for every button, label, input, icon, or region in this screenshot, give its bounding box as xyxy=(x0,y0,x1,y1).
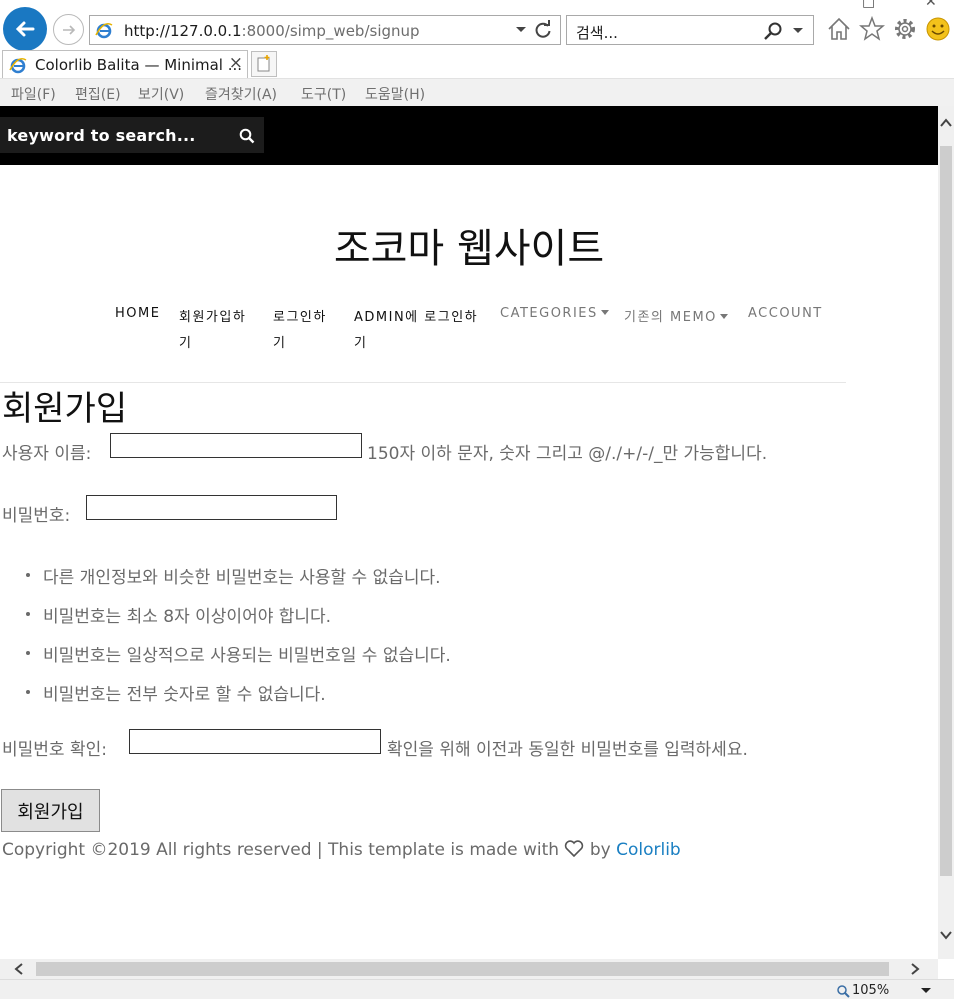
zoom-magnifier-icon xyxy=(837,985,850,998)
site-search-box[interactable]: keyword to search... xyxy=(0,117,264,153)
search-icon[interactable] xyxy=(763,21,783,41)
window-close-icon[interactable]: ✕ xyxy=(925,0,937,10)
favorites-star-icon[interactable] xyxy=(859,16,885,42)
back-arrow-icon xyxy=(15,21,35,37)
back-button[interactable] xyxy=(3,7,47,51)
username-label: 사용자 이름: xyxy=(2,444,92,464)
nav-memo[interactable]: 기존의 MEMO xyxy=(624,306,728,325)
menu-edit[interactable]: 편집(E) xyxy=(75,84,121,104)
confirm-password-input[interactable] xyxy=(129,729,381,754)
site-search-placeholder: keyword to search... xyxy=(7,126,196,145)
browser-chrome: http://127.0.0.1:8000/simp_web/signup 검색… xyxy=(0,0,954,106)
tab-title: Colorlib Balita — Minimal ... xyxy=(35,56,243,74)
ie-page-icon xyxy=(95,22,113,39)
colorlib-link[interactable]: Colorlib xyxy=(616,840,681,860)
tab-active[interactable]: Colorlib Balita — Minimal ... × xyxy=(2,50,248,78)
nav-home[interactable]: HOME xyxy=(115,306,160,321)
menu-bar: 파일(F) 편집(E) 보기(V) 즐겨찾기(A) 도구(T) 도움말(H) xyxy=(0,78,954,106)
list-item: 다른 개인정보와 비슷한 비밀번호는 사용할 수 없습니다. xyxy=(26,563,451,602)
password-input[interactable] xyxy=(86,495,337,520)
site-topbar: keyword to search... xyxy=(0,106,938,165)
smiley-feedback-icon[interactable] xyxy=(925,16,951,42)
window-restore-icon[interactable]: □ xyxy=(862,0,875,10)
confirm-password-help: 확인을 위해 이전과 동일한 비밀번호를 입력하세요. xyxy=(387,740,748,760)
signup-submit-button[interactable]: 회원가입 xyxy=(1,789,100,832)
horizontal-scrollbar[interactable] xyxy=(0,959,938,979)
forward-button[interactable] xyxy=(53,14,84,45)
status-bar: 105% xyxy=(0,979,954,999)
menu-help[interactable]: 도움말(H) xyxy=(365,84,425,104)
nav-admin-line1: ADMIN에 로그인하 xyxy=(354,310,479,325)
footer-by: by xyxy=(589,840,611,860)
nav-categories-label: CATEGORIES xyxy=(500,306,598,321)
browser-search-placeholder: 검색... xyxy=(576,24,618,42)
zoom-dropdown-icon[interactable] xyxy=(921,987,931,995)
site-title[interactable]: 조코마 웹사이트 xyxy=(0,216,938,274)
browser-search-box[interactable]: 검색... xyxy=(566,15,814,45)
tab-strip: Colorlib Balita — Minimal ... × xyxy=(0,50,954,78)
list-item: 비밀번호는 전부 숫자로 할 수 없습니다. xyxy=(26,680,451,719)
nav-login[interactable]: 로그인하 기 xyxy=(273,306,327,351)
username-help: 150자 이하 문자, 숫자 그리고 @/./+/-/_만 가능합니다. xyxy=(367,444,768,464)
search-dropdown-icon[interactable] xyxy=(793,26,803,36)
zoom-level[interactable]: 105% xyxy=(852,983,889,998)
tab-close-icon[interactable]: × xyxy=(229,53,243,73)
chevron-down-icon xyxy=(600,310,609,315)
address-bar[interactable]: http://127.0.0.1:8000/simp_web/signup xyxy=(89,15,561,45)
confirm-password-label: 비밀번호 확인: xyxy=(2,740,107,760)
footer-text: Copyright ©2019 All rights reserved | Th… xyxy=(2,840,560,860)
refresh-icon[interactable] xyxy=(533,20,553,40)
new-tab-button[interactable] xyxy=(251,51,277,77)
nav-signup-line1: 회원가입하 xyxy=(179,310,247,325)
password-rules-list: 다른 개인정보와 비슷한 비밀번호는 사용할 수 없습니다. 비밀번호는 최소 … xyxy=(26,563,451,719)
password-label: 비밀번호: xyxy=(2,506,71,526)
new-tab-icon xyxy=(257,55,270,72)
vertical-scroll-thumb[interactable] xyxy=(940,146,952,876)
home-icon[interactable] xyxy=(826,16,852,42)
url-text: http://127.0.0.1:8000/simp_web/signup xyxy=(124,22,420,40)
page-viewport: keyword to search... 조코마 웹사이트 HOME 회원가입하… xyxy=(0,106,938,959)
nav-memo-label: 기존의 MEMO xyxy=(624,310,717,325)
menu-view[interactable]: 보기(V) xyxy=(138,84,184,104)
username-input[interactable] xyxy=(110,433,362,458)
scroll-up-icon[interactable] xyxy=(939,116,953,130)
nav-admin-login[interactable]: ADMIN에 로그인하 기 xyxy=(354,306,479,351)
nav-login-line1: 로그인하 xyxy=(273,310,327,325)
nav-signup-line2: 기 xyxy=(179,336,193,351)
scroll-down-icon[interactable] xyxy=(939,928,953,942)
settings-gear-icon[interactable] xyxy=(892,16,918,42)
horizontal-scroll-thumb[interactable] xyxy=(36,962,889,976)
nav-login-line2: 기 xyxy=(273,336,287,351)
list-item: 비밀번호는 최소 8자 이상이어야 합니다. xyxy=(26,602,451,641)
footer-copyright: Copyright ©2019 All rights reserved | Th… xyxy=(2,840,681,860)
nav-signup[interactable]: 회원가입하 기 xyxy=(179,306,247,351)
vertical-scrollbar[interactable] xyxy=(938,106,954,959)
list-item: 비밀번호는 일상적으로 사용되는 비밀번호일 수 없습니다. xyxy=(26,641,451,680)
site-search-icon[interactable] xyxy=(239,128,255,144)
heart-icon xyxy=(565,840,584,858)
scroll-right-icon[interactable] xyxy=(908,962,922,976)
page-title: 회원가입 xyxy=(2,389,128,429)
forward-arrow-icon xyxy=(62,24,75,35)
nav-categories[interactable]: CATEGORIES xyxy=(500,306,609,321)
menu-tools[interactable]: 도구(T) xyxy=(301,84,346,104)
chevron-down-icon xyxy=(719,314,728,319)
nav-account[interactable]: ACCOUNT xyxy=(748,306,823,321)
address-dropdown-icon[interactable] xyxy=(516,24,526,34)
menu-favorites[interactable]: 즐겨찾기(A) xyxy=(205,84,277,104)
menu-file[interactable]: 파일(F) xyxy=(11,84,56,104)
scroll-left-icon[interactable] xyxy=(12,962,26,976)
nav-admin-line2: 기 xyxy=(354,336,368,351)
tab-ie-icon xyxy=(9,57,27,74)
